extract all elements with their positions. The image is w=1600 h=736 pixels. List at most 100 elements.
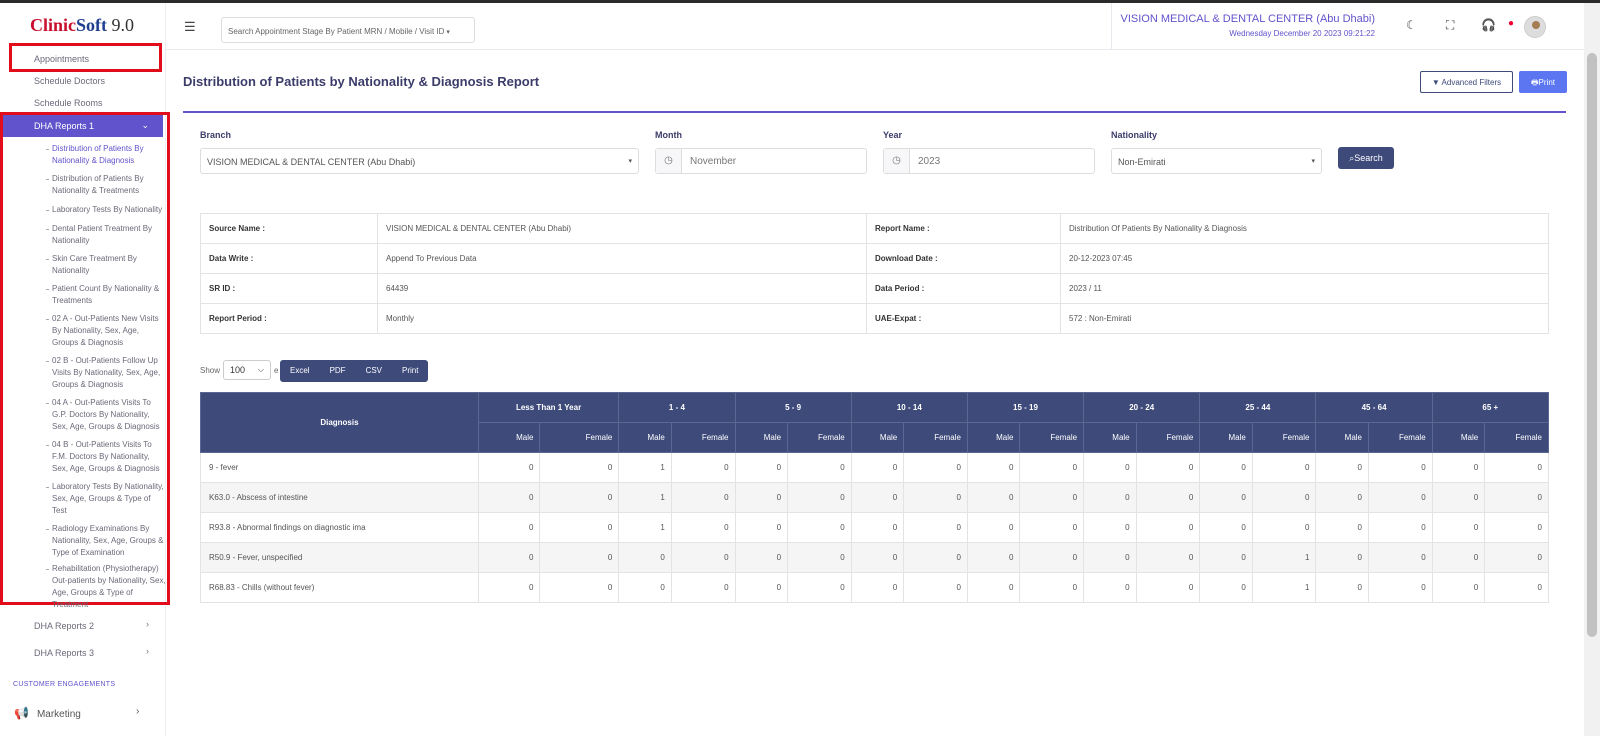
- count-cell: 0: [966, 482, 1021, 513]
- count-cell: 0: [1199, 452, 1253, 483]
- male-column-header[interactable]: Male: [618, 422, 672, 453]
- count-cell: 0: [1199, 482, 1253, 513]
- age-group-header: 65 +: [1431, 392, 1550, 423]
- sidebar-item-schedule-doctors[interactable]: Schedule Doctors: [34, 76, 105, 86]
- sidebar-item-marketing[interactable]: 📢 Marketing ›: [14, 706, 139, 720]
- count-cell: 0: [1019, 452, 1085, 483]
- sidebar-subitem-rehabilitation[interactable]: Rehabilitation (Physiotherapy) Out-patie…: [46, 563, 166, 611]
- print-table-button[interactable]: Print: [392, 360, 428, 382]
- sidebar-subitem-04a[interactable]: 04 A - Out-Patients Visits To G.P. Docto…: [46, 397, 166, 433]
- sidebar-item-schedule-rooms[interactable]: Schedule Rooms: [34, 98, 103, 108]
- sidebar-subitem-04b[interactable]: 04 B - Out-Patients Visits To F.M. Docto…: [46, 439, 166, 475]
- filter-icon: ▼: [1431, 78, 1440, 87]
- male-column-header[interactable]: Male: [1315, 422, 1369, 453]
- count-cell: 1: [618, 512, 672, 543]
- count-cell: 0: [734, 512, 789, 543]
- month-picker[interactable]: ◷ November: [655, 148, 867, 174]
- table-row[interactable]: R50.9 - Fever, unspecified 0 0 0 0 0 0 0 0 0 0 0 0 0 1…: [200, 542, 1549, 573]
- entries-per-page-select[interactable]: 100 ⌵: [223, 360, 271, 380]
- count-cell: 0: [1484, 542, 1549, 573]
- table-row[interactable]: R68.83 - Chills (without fever) 0 0 0 0 0 0 0 0 0…: [200, 572, 1549, 603]
- sidebar-subitem-radiology[interactable]: Radiology Examinations By Nationality, S…: [46, 523, 166, 559]
- table-row[interactable]: K63.0 - Abscess of intestine 0 0 1 0 0 0 0 0 0 0 0 0…: [200, 482, 1549, 513]
- excel-button[interactable]: Excel: [280, 360, 320, 382]
- branch-label: Branch: [200, 130, 232, 140]
- sidebar-subitem-02b[interactable]: 02 B - Out-Patients Follow Up Visits By …: [46, 355, 166, 391]
- sidebar-subitem-distribution-diagnosis[interactable]: Distribution of Patients By Nationality …: [46, 143, 166, 167]
- female-column-header[interactable]: Female: [1251, 422, 1317, 453]
- notification-icon[interactable]: ●: [1508, 18, 1514, 29]
- report-info-table: Source Name : VISION MEDICAL & DENTAL CE…: [200, 213, 1549, 334]
- appointment-search-input[interactable]: Search Appointment Stage By Patient MRN …: [221, 17, 475, 43]
- count-cell: 0: [966, 452, 1021, 483]
- sidebar-subitem-distribution-treatments[interactable]: Distribution of Patients By Nationality …: [46, 173, 166, 197]
- male-column-header[interactable]: Male: [1083, 422, 1137, 453]
- count-cell: 0: [1083, 512, 1137, 543]
- age-group-header: 10 - 14: [850, 392, 968, 423]
- csv-button[interactable]: CSV: [356, 360, 392, 382]
- app-logo[interactable]: ClinicSoft 9.0: [30, 15, 134, 36]
- sidebar-subitem-dental-treatment[interactable]: Dental Patient Treatment By Nationality: [46, 223, 166, 247]
- info-value: Append To Previous Data: [377, 243, 867, 274]
- diagnosis-cell: 9 - fever: [200, 452, 479, 483]
- sidebar-subitem-lab-tests-type[interactable]: Laboratory Tests By Nationality, Sex, Ag…: [46, 481, 166, 517]
- show-entries-label: Show: [200, 366, 221, 375]
- male-column-header[interactable]: Male: [1431, 422, 1486, 453]
- sidebar-subitem-patient-count[interactable]: Patient Count By Nationality & Treatment…: [46, 283, 166, 307]
- sidebar-subitem-02a[interactable]: 02 A - Out-Patients New Visits By Nation…: [46, 313, 166, 349]
- table-row[interactable]: 9 - fever 0 0 1 0 0 0 0 0 0 0 0 0 0 0 0 0 0 0: [200, 452, 1549, 483]
- hamburger-menu-icon[interactable]: ☰: [184, 19, 196, 35]
- clock-icon: ◷: [656, 149, 682, 173]
- male-column-header[interactable]: Male: [850, 422, 905, 453]
- count-cell: 0: [670, 512, 736, 543]
- search-button[interactable]: ⌕Search: [1338, 147, 1394, 169]
- headset-icon[interactable]: 🎧: [1481, 18, 1496, 32]
- count-cell: 0: [787, 572, 852, 603]
- count-cell: 0: [1431, 542, 1486, 573]
- sidebar-item-dha-reports-3[interactable]: DHA Reports 3: [34, 648, 94, 658]
- count-cell: 0: [734, 452, 789, 483]
- sidebar-item-appointments[interactable]: Appointments: [34, 54, 89, 64]
- page-scrollbar[interactable]: [1584, 3, 1600, 736]
- print-button[interactable]: 🖶Print: [1519, 71, 1567, 93]
- female-column-header[interactable]: Female: [1019, 422, 1085, 453]
- header-row-age-groups: Diagnosis Less Than 1 Year 1 - 45 - 9 10 - …: [200, 392, 1550, 453]
- female-column-header[interactable]: Female: [1368, 422, 1433, 453]
- sidebar-subitem-laboratory-tests[interactable]: Laboratory Tests By Nationality: [46, 204, 166, 216]
- dark-mode-moon-icon[interactable]: ☾: [1406, 18, 1417, 32]
- count-cell: 0: [850, 542, 905, 573]
- male-column-header[interactable]: Male: [734, 422, 789, 453]
- female-column-header[interactable]: Female: [539, 422, 620, 453]
- pdf-button[interactable]: PDF: [320, 360, 356, 382]
- diagnosis-cell: K63.0 - Abscess of intestine: [200, 482, 479, 513]
- count-cell: 0: [1315, 482, 1369, 513]
- female-column-header[interactable]: Female: [670, 422, 736, 453]
- count-cell: 0: [539, 542, 620, 573]
- age-group-header: 15 - 19: [966, 392, 1085, 423]
- entries-value: 100: [230, 365, 246, 375]
- year-picker[interactable]: ◷ 2023: [883, 148, 1095, 174]
- fullscreen-icon[interactable]: ⛶: [1446, 18, 1454, 33]
- info-row: Report Period : Monthly UAE-Expat : 572 …: [200, 303, 1549, 334]
- diagnosis-column-header[interactable]: Diagnosis: [200, 392, 479, 453]
- sidebar-item-dha-reports-2[interactable]: DHA Reports 2: [34, 621, 94, 631]
- nationality-select[interactable]: Non-Emirati ▾: [1111, 148, 1322, 174]
- female-column-header[interactable]: Female: [1484, 422, 1549, 453]
- female-column-header[interactable]: Female: [903, 422, 968, 453]
- male-column-header[interactable]: Male: [1199, 422, 1253, 453]
- count-cell: 0: [539, 572, 620, 603]
- branch-select[interactable]: VISION MEDICAL & DENTAL CENTER (Abu Dhab…: [200, 148, 639, 174]
- info-key: Data Write :: [200, 243, 378, 274]
- sidebar-subitem-skin-care[interactable]: Skin Care Treatment By Nationality: [46, 253, 166, 277]
- female-column-header[interactable]: Female: [1135, 422, 1201, 453]
- male-column-header[interactable]: Male: [966, 422, 1021, 453]
- scrollbar-thumb[interactable]: [1587, 53, 1597, 637]
- diagnosis-cell: R50.9 - Fever, unspecified: [200, 542, 479, 573]
- count-cell: 0: [1019, 512, 1085, 543]
- female-column-header[interactable]: Female: [787, 422, 852, 453]
- user-avatar[interactable]: [1524, 16, 1546, 38]
- male-column-header[interactable]: Male: [477, 422, 541, 453]
- table-row[interactable]: R93.8 - Abnormal findings on diagnostic …: [200, 512, 1549, 543]
- count-cell: 0: [1083, 452, 1137, 483]
- advanced-filters-button[interactable]: ▼ Advanced Filters: [1420, 71, 1513, 93]
